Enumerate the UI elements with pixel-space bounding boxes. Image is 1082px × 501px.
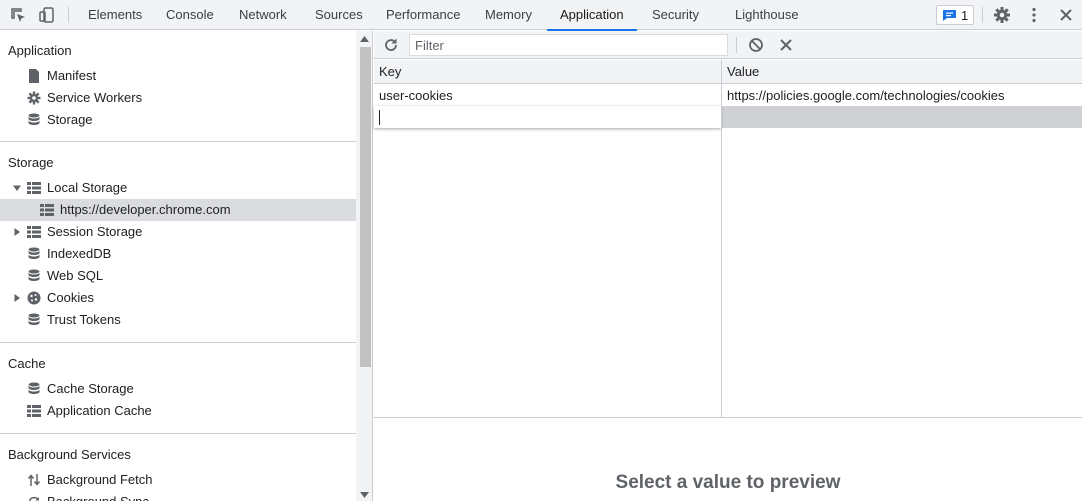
devtools-tab-bar: Elements Console Network Sources Perform…: [0, 0, 1082, 31]
sidebar-item-application-cache[interactable]: Application Cache: [27, 400, 347, 422]
sidebar-item-label: Manifest: [47, 68, 97, 83]
grid-icon: [27, 182, 41, 194]
grid-icon: [27, 405, 41, 417]
sidebar-item-web-sql[interactable]: Web SQL: [27, 265, 347, 287]
file-icon: [29, 69, 39, 83]
toolbar-divider: [736, 37, 737, 53]
tab-elements[interactable]: Elements: [88, 0, 142, 30]
tab-lighthouse[interactable]: Lighthouse: [735, 0, 799, 30]
clear-all-icon[interactable]: [747, 36, 765, 54]
scroll-up-arrow-icon[interactable]: [360, 36, 369, 42]
sidebar-item-background-sync[interactable]: Background Sync: [27, 491, 347, 501]
new-entry-value-cell[interactable]: [722, 106, 1082, 128]
refresh-icon[interactable]: [382, 36, 400, 54]
settings-gear-icon[interactable]: [993, 6, 1011, 24]
tab-application[interactable]: Application: [547, 0, 637, 31]
tab-network[interactable]: Network: [239, 0, 287, 30]
grid-icon: [27, 226, 41, 238]
section-divider: [0, 141, 356, 142]
sidebar-item-service-workers[interactable]: Service Workers: [27, 87, 347, 109]
storage-toolbar: [374, 31, 1082, 59]
sidebar-item-label: IndexedDB: [47, 246, 112, 261]
sidebar-item-label: Local Storage: [47, 180, 128, 195]
new-entry-key-editor[interactable]: [374, 106, 721, 128]
sidebar-item-label: Application Cache: [47, 403, 152, 418]
sidebar-item-trust-tokens[interactable]: Trust Tokens: [27, 309, 347, 331]
sidebar-scrollbar-thumb[interactable]: [360, 47, 371, 367]
cookie-icon: [27, 291, 41, 305]
database-icon: [28, 269, 40, 281]
database-icon: [28, 382, 40, 394]
sidebar-item-label: Background Fetch: [47, 472, 153, 487]
section-divider: [0, 433, 356, 434]
delete-selected-icon[interactable]: [777, 36, 795, 54]
section-title-cache: Cache: [8, 356, 46, 371]
tab-sources[interactable]: Sources: [315, 0, 363, 30]
table-cell-value[interactable]: https://policies.google.com/technologies…: [727, 88, 1005, 103]
devtools-window: Elements Console Network Sources Perform…: [0, 0, 1082, 501]
application-sidebar: Application Manifest Service Workers Sto…: [0, 31, 373, 501]
column-divider[interactable]: [721, 60, 722, 418]
section-title-storage: Storage: [8, 155, 54, 170]
tab-security[interactable]: Security: [652, 0, 699, 30]
sidebar-item-background-fetch[interactable]: Background Fetch: [27, 469, 347, 491]
preview-placeholder: Select a value to preview: [615, 472, 841, 493]
close-icon[interactable]: [1057, 6, 1075, 24]
sidebar-item-cache-storage[interactable]: Cache Storage: [27, 378, 347, 400]
sidebar-item-cookies[interactable]: Cookies: [13, 287, 343, 309]
toolbar-divider: [68, 7, 69, 23]
new-key-input[interactable]: [378, 109, 716, 125]
sidebar-item-label: Storage: [47, 112, 93, 127]
device-toolbar-icon[interactable]: [38, 6, 56, 24]
sidebar-item-label: Cache Storage: [47, 381, 134, 396]
local-storage-panel: Key Value user-cookies https://policies.…: [374, 31, 1082, 501]
sidebar-item-label: Web SQL: [47, 268, 104, 283]
triangle-right-icon[interactable]: [13, 294, 21, 302]
sidebar-item-manifest[interactable]: Manifest: [27, 65, 347, 87]
tab-console[interactable]: Console: [166, 0, 214, 30]
section-title-background-services: Background Services: [8, 447, 131, 462]
toolbar-divider: [982, 7, 983, 23]
issues-count: 1: [961, 8, 969, 23]
section-title-application: Application: [8, 43, 72, 58]
sidebar-item-storage[interactable]: Storage: [27, 109, 347, 131]
sidebar-item-label: Background Sync: [47, 491, 149, 501]
triangle-right-icon[interactable]: [13, 228, 21, 236]
database-icon: [28, 247, 40, 259]
more-options-icon[interactable]: [1025, 6, 1043, 24]
sidebar-item-session-storage[interactable]: Session Storage: [13, 221, 343, 243]
section-divider: [0, 342, 356, 343]
sidebar-item-label: https://developer.chrome.com: [60, 202, 231, 217]
sidebar-item-label: Trust Tokens: [47, 312, 121, 327]
column-header-key[interactable]: Key: [379, 64, 401, 79]
gear-icon: [27, 91, 41, 105]
arrows-icon: [27, 474, 41, 486]
sidebar-item-label: Session Storage: [47, 224, 143, 239]
text-caret: [379, 110, 380, 125]
sidebar-item-label: Service Workers: [47, 90, 143, 105]
column-header-value[interactable]: Value: [727, 64, 759, 79]
issues-badge[interactable]: 1: [936, 5, 974, 25]
sidebar-item-indexeddb[interactable]: IndexedDB: [27, 243, 347, 265]
sidebar-item-developer-chrome-origin[interactable]: https://developer.chrome.com: [40, 199, 350, 221]
filter-input[interactable]: [409, 34, 728, 56]
value-preview-pane: Select a value to preview: [374, 419, 1082, 501]
tab-memory[interactable]: Memory: [485, 0, 532, 30]
inspect-element-icon[interactable]: [9, 6, 27, 24]
sync-icon: [28, 496, 40, 501]
scroll-down-arrow-icon[interactable]: [360, 492, 369, 498]
grid-icon: [40, 204, 54, 216]
key-value-table: Key Value user-cookies https://policies.…: [374, 60, 1082, 418]
triangle-down-icon[interactable]: [13, 184, 21, 192]
table-header: Key Value: [374, 60, 1082, 84]
database-icon: [28, 313, 40, 325]
message-icon: [943, 10, 956, 21]
tab-performance[interactable]: Performance: [386, 0, 460, 30]
sidebar-item-label: Cookies: [47, 290, 94, 305]
database-icon: [28, 113, 40, 125]
table-cell-key[interactable]: user-cookies: [379, 88, 453, 103]
sidebar-item-local-storage[interactable]: Local Storage: [13, 177, 343, 199]
